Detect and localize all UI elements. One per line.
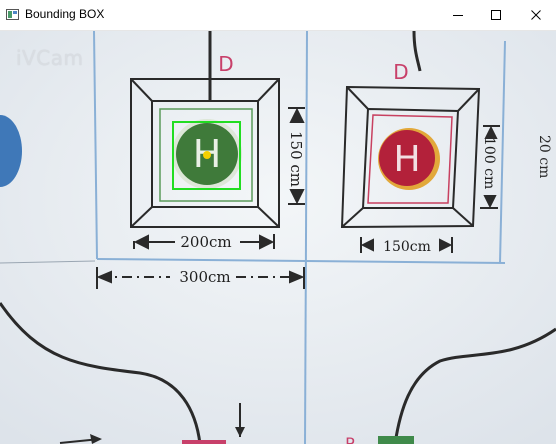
close-icon (531, 10, 541, 20)
camera-watermark: iVCam (16, 46, 84, 70)
camera-view: H D 200cm (0, 31, 556, 444)
bottom-zone-letter: P (345, 434, 355, 444)
window-title: Bounding BOX (25, 7, 105, 21)
title-bar: Bounding BOX (0, 0, 556, 31)
maximize-button[interactable] (476, 0, 516, 30)
close-button[interactable] (516, 0, 556, 30)
side-dimension-label: 20 cm (536, 135, 552, 178)
detection-center-point (203, 151, 211, 159)
camera-frame: H D 200cm (0, 31, 556, 444)
zone-letter-left: D (218, 52, 233, 76)
app-window: Bounding BOX D 200cm 150 cm H D 150cm 10… (0, 0, 556, 444)
minimize-button[interactable] (438, 0, 478, 30)
pad-left-height-label: 150 cm (287, 131, 305, 187)
app-icon (6, 9, 19, 20)
pad-right-width-label: 150cm (383, 239, 431, 255)
helipad-right-letter: H (393, 139, 420, 180)
zone-letter-right: D (393, 60, 408, 84)
minimize-icon (453, 15, 463, 16)
pad-right-height-label: 100 cm (481, 137, 497, 189)
total-width-label: 300cm (179, 268, 230, 286)
pad-left-width-label: 200cm (180, 233, 231, 251)
maximize-icon (491, 10, 501, 20)
